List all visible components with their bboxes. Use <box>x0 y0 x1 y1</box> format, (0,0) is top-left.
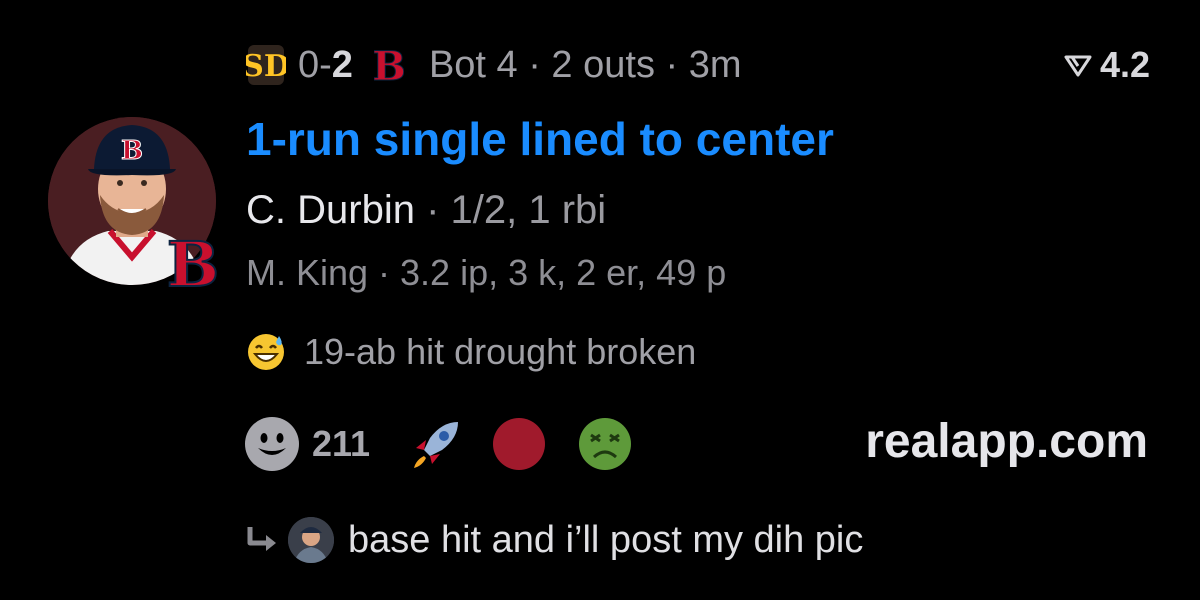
svg-text:B: B <box>121 136 143 166</box>
site-branding: realapp.com <box>865 415 1148 468</box>
score-away: 0- <box>298 43 332 86</box>
sick-face-emoji-icon[interactable] <box>578 417 632 471</box>
play-card[interactable]: SD 0-2 B Bot 4 · 2 outs · 3m 4.2 B B 1-r… <box>0 0 1200 600</box>
game-status: Bot 4 · 2 outs · 3m <box>428 43 742 86</box>
smiley-face-icon[interactable] <box>244 416 300 472</box>
batter-line: C. Durbin · 1/2, 1 rbi <box>246 188 606 233</box>
red-circle-icon[interactable] <box>492 417 546 471</box>
batter-stats: · 1/2, 1 rbi <box>414 188 607 232</box>
game-header: SD 0-2 B Bot 4 · 2 outs · 3m <box>246 40 742 90</box>
reply-preview[interactable]: base hit and i’ll post my dih pic <box>244 512 863 568</box>
red-sox-logo-icon: B <box>166 227 220 302</box>
reply-arrow-icon <box>244 525 280 555</box>
svg-text:B: B <box>168 228 218 294</box>
play-note: 19-ab hit drought broken <box>246 330 696 374</box>
odds-badge[interactable]: 4.2 <box>1064 40 1150 90</box>
score-home: 2 <box>331 43 353 86</box>
note-text: 19-ab hit drought broken <box>304 331 697 372</box>
padres-logo-icon: SD <box>246 43 286 87</box>
signal-triangle-icon <box>1064 53 1092 77</box>
sweat-smile-emoji-icon <box>246 332 286 372</box>
reply-text: base hit and i’ll post my dih pic <box>348 518 864 561</box>
svg-text:B: B <box>374 43 404 87</box>
play-title[interactable]: 1-run single lined to center <box>246 112 834 166</box>
pitcher-line: M. King · 3.2 ip, 3 k, 2 er, 49 p <box>246 252 727 293</box>
reaction-count: 211 <box>312 423 371 464</box>
svg-text:SD: SD <box>246 49 286 84</box>
batter-name[interactable]: C. Durbin <box>246 188 415 232</box>
reply-user-avatar[interactable] <box>288 517 334 563</box>
reaction-bar: 211 <box>244 416 632 472</box>
odds-value: 4.2 <box>1099 44 1150 85</box>
game-score: 0-2 <box>298 44 353 87</box>
rocket-emoji-icon[interactable] <box>408 416 464 472</box>
red-sox-logo-icon: B <box>369 43 409 87</box>
